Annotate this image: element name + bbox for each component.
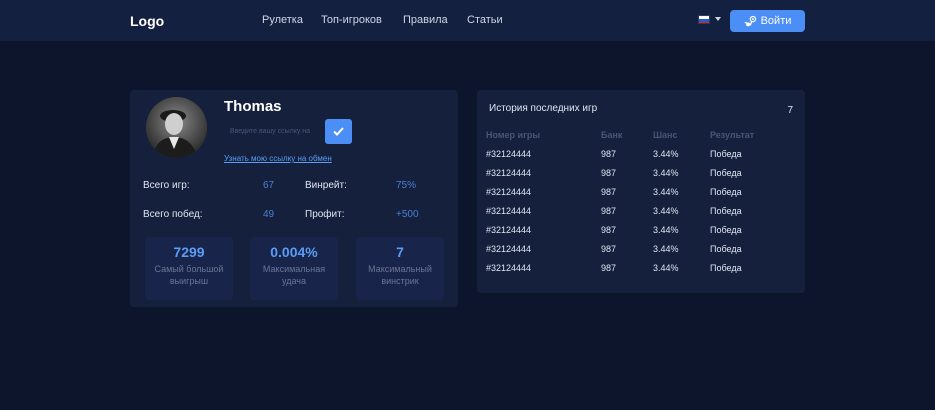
table-row[interactable]: #32124444 987 3.44% Победа	[477, 263, 805, 282]
nav-articles[interactable]: Статьи	[467, 14, 503, 26]
tile-biggest-win-value: 7299	[173, 244, 205, 260]
avatar	[146, 97, 207, 158]
tile-max-luck: 0.004% Максимальная удача	[250, 237, 338, 300]
result: Победа	[710, 244, 742, 254]
trade-link-input[interactable]	[224, 123, 320, 140]
ru-flag-icon[interactable]	[698, 15, 710, 24]
table-row[interactable]: #32124444 987 3.44% Победа	[477, 206, 805, 225]
result: Победа	[710, 225, 742, 235]
game-number: #32124444	[486, 263, 532, 273]
bank: 987	[601, 206, 617, 216]
bank: 987	[601, 149, 617, 159]
game-number: #32124444	[486, 225, 532, 235]
confirm-link-button[interactable]	[325, 119, 352, 144]
result: Победа	[710, 187, 742, 197]
column-header-result: Результат	[710, 130, 755, 140]
table-row[interactable]: #32124444 987 3.44% Победа	[477, 244, 805, 263]
result: Победа	[710, 263, 742, 273]
stat-total-games-value: 67	[263, 180, 275, 191]
game-number: #32124444	[486, 206, 532, 216]
tile-max-luck-label: Максимальная удача	[262, 264, 326, 286]
table-row[interactable]: #32124444 987 3.44% Победа	[477, 168, 805, 187]
nav-rules[interactable]: Правила	[403, 14, 448, 26]
chance: 3.44%	[653, 225, 679, 235]
username: Thomas	[224, 98, 282, 115]
table-row[interactable]: #32124444 987 3.44% Победа	[477, 225, 805, 244]
stat-winrate-value: 75%	[396, 180, 417, 191]
chance: 3.44%	[653, 206, 679, 216]
nav-roulette[interactable]: Рулетка	[262, 14, 303, 26]
trade-link-help[interactable]: Узнать мою ссылку на обмен	[224, 154, 332, 163]
chance: 3.44%	[653, 187, 679, 197]
tile-max-luck-value: 0.004%	[270, 244, 318, 260]
game-number: #32124444	[486, 168, 532, 178]
column-header-chance: Шанс	[653, 130, 678, 140]
game-number: #32124444	[486, 187, 532, 197]
result: Победа	[710, 206, 742, 216]
stat-total-wins-value: 49	[263, 209, 275, 220]
chance: 3.44%	[653, 244, 679, 254]
bank: 987	[601, 244, 617, 254]
result: Победа	[710, 168, 742, 178]
stat-total-games-label: Всего игр:	[143, 180, 190, 191]
stat-profit-value: +500	[396, 209, 419, 220]
bank: 987	[601, 225, 617, 235]
history-card: История последних игр 7 Номер игры Банк …	[477, 90, 805, 293]
tile-max-winstreak: 7 Максимальный винстрик	[356, 237, 444, 300]
bank: 987	[601, 263, 617, 273]
chance: 3.44%	[653, 168, 679, 178]
nav-top-players[interactable]: Топ-игроков	[321, 14, 382, 26]
tile-biggest-win: 7299 Самый большой выигрыш	[145, 237, 233, 300]
profile-card: Thomas Узнать мою ссылку на обмен Всего …	[130, 90, 458, 307]
steam-icon	[744, 15, 756, 26]
chance: 3.44%	[653, 263, 679, 273]
login-label: Войти	[760, 15, 792, 27]
login-button[interactable]: Войти	[730, 10, 805, 32]
column-header-game-number: Номер игры	[486, 130, 541, 140]
chance: 3.44%	[653, 149, 679, 159]
result: Победа	[710, 149, 742, 159]
tile-max-winstreak-label: Максимальный винстрик	[368, 264, 432, 286]
tile-max-winstreak-value: 7	[396, 244, 404, 260]
table-row[interactable]: #32124444 987 3.44% Победа	[477, 187, 805, 206]
game-number: #32124444	[486, 149, 532, 159]
check-icon	[333, 127, 344, 136]
stat-profit-label: Профит:	[305, 209, 345, 220]
history-count: 7	[787, 105, 793, 116]
history-title: История последних игр	[489, 103, 598, 114]
logo[interactable]: Logo	[130, 13, 164, 29]
chevron-down-icon[interactable]	[715, 17, 721, 21]
bank: 987	[601, 187, 617, 197]
stat-total-wins-label: Всего побед:	[143, 209, 203, 220]
column-header-bank: Банк	[601, 130, 623, 140]
table-row[interactable]: #32124444 987 3.44% Победа	[477, 149, 805, 168]
game-number: #32124444	[486, 244, 532, 254]
top-header: Logo Рулетка Топ-игроков Правила Статьи …	[0, 0, 935, 41]
stat-winrate-label: Винрейт:	[305, 180, 347, 191]
bank: 987	[601, 168, 617, 178]
tile-biggest-win-label: Самый большой выигрыш	[154, 264, 224, 286]
